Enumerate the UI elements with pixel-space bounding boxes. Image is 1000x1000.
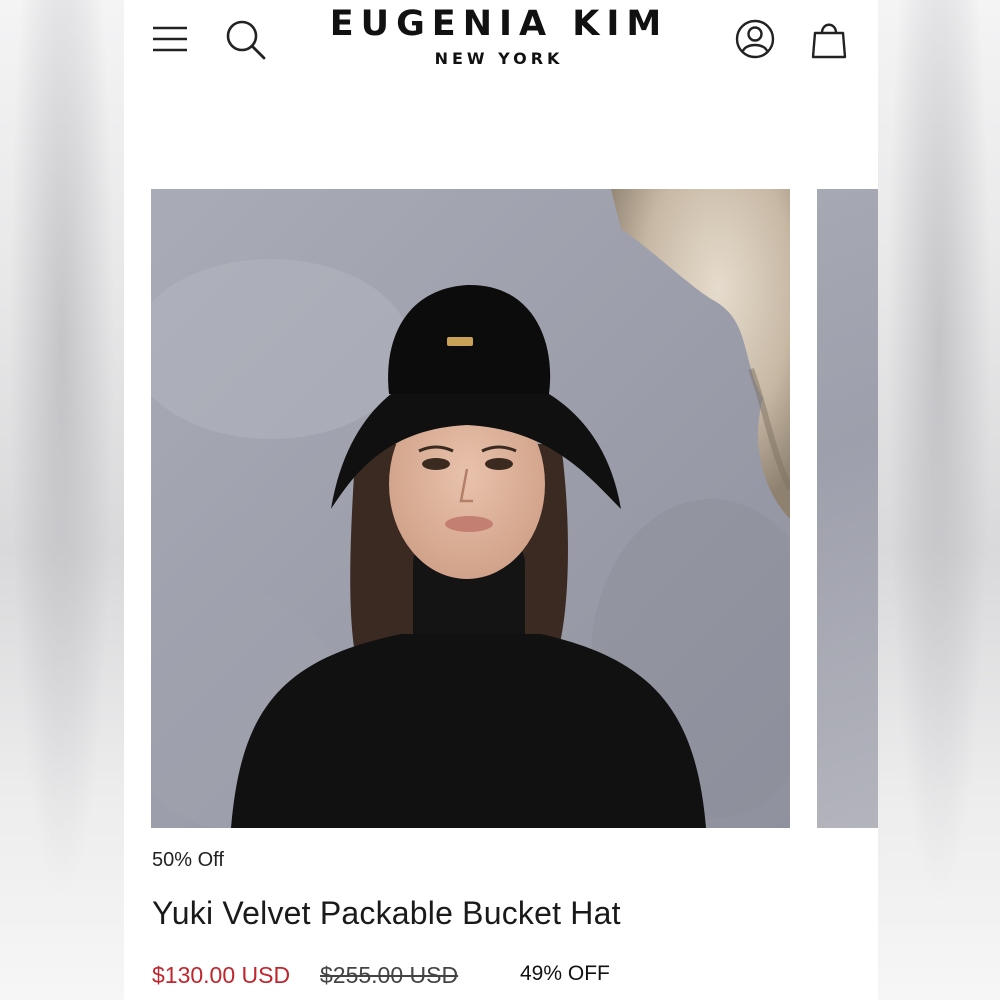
brand-subtitle: NEW YORK (434, 49, 564, 68)
product-image[interactable] (151, 189, 790, 828)
promo-label: 50% Off (152, 849, 224, 871)
next-product-image-peek[interactable] (817, 189, 878, 828)
brand-name: EUGENIA KIM (329, 4, 669, 44)
search-icon[interactable] (224, 18, 266, 60)
shopping-bag-icon[interactable] (810, 18, 848, 60)
account-icon[interactable] (734, 18, 776, 60)
menu-icon[interactable] (152, 24, 188, 54)
blurred-backdrop-right (878, 0, 1000, 1000)
original-price: $255.00 USD (320, 962, 459, 988)
price-row: $130.00 USD $255.00 USD 49% OFF (152, 958, 852, 998)
discount-badge: 49% OFF (520, 962, 610, 985)
brand-logo[interactable]: EUGENIA KIM NEW YORK (284, 4, 714, 70)
site-header: EUGENIA KIM NEW YORK (124, 0, 878, 90)
sale-price: $130.00 USD (152, 962, 291, 988)
product-page: EUGENIA KIM NEW YORK 50% Off Yuki Velvet… (124, 0, 878, 1000)
product-title[interactable]: Yuki Velvet Packable Bucket Hat (152, 895, 621, 932)
blurred-backdrop-left (0, 0, 124, 1000)
